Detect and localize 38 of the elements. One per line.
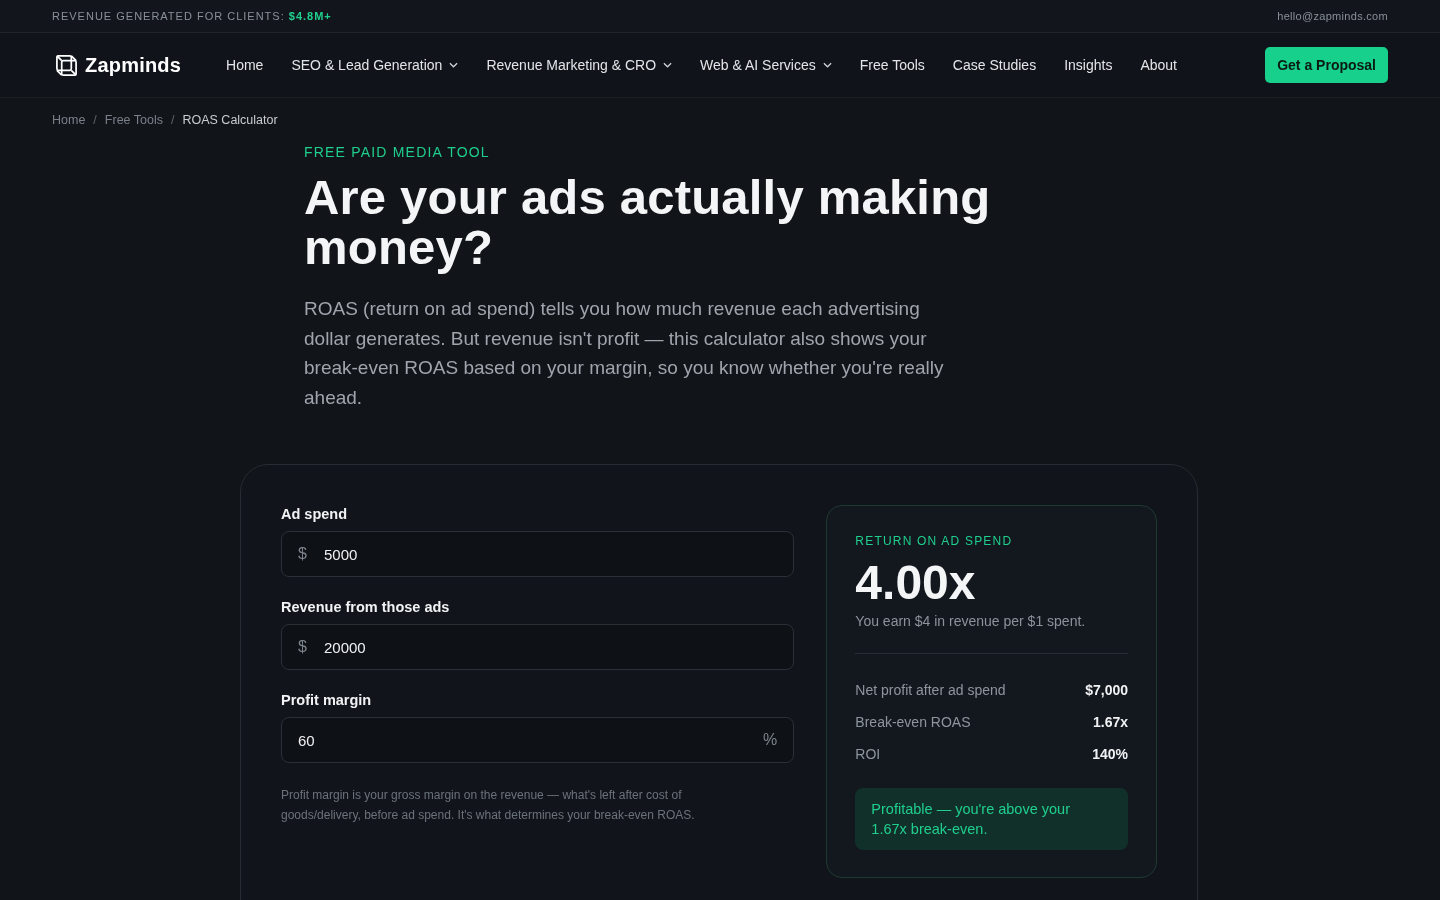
breadcrumb-separator: /	[170, 113, 175, 127]
get-proposal-button[interactable]: Get a Proposal	[1265, 47, 1388, 83]
metric-value: $7,000	[1085, 682, 1128, 698]
metric-value: 140%	[1092, 746, 1128, 762]
eyebrow-label: FREE PAID MEDIA TOOL	[304, 144, 491, 160]
nav-link[interactable]: About	[1140, 57, 1177, 73]
breadcrumb-link[interactable]: Home	[52, 113, 86, 127]
metric-label: ROI	[855, 746, 881, 762]
field-label: Ad spend	[281, 506, 349, 522]
breadcrumb-link[interactable]: Free Tools	[104, 113, 163, 127]
nav-link[interactable]: Home	[226, 57, 264, 73]
field-label: Revenue from those ads	[281, 599, 451, 615]
result-summary: You earn $4 in revenue per $1 spent.	[855, 613, 1087, 629]
percent-suffix: %	[763, 730, 778, 750]
breadcrumb-separator: /	[93, 113, 97, 127]
nav-link[interactable]: Insights	[1064, 57, 1113, 73]
revenue-stat: REVENUE GENERATED FOR CLIENTS: $4.8M+	[52, 10, 332, 22]
nav-link[interactable]: Web & AI Services	[700, 57, 832, 73]
status-message: Profitable — you're above your 1.67x break-even.	[855, 788, 1128, 850]
nav-link[interactable]: Revenue Marketing & CRO	[486, 57, 673, 73]
currency-prefix: $	[298, 637, 307, 657]
page-heading: Are your ads actually making money?	[304, 172, 992, 272]
email-link[interactable]: hello@zapminds.com	[1277, 10, 1388, 22]
result-label: RETURN ON AD SPEND	[855, 534, 1014, 548]
roas-value: 4.00x	[855, 555, 977, 611]
metric-label: Break-even ROAS	[855, 714, 971, 730]
cube-logo-icon	[55, 53, 78, 77]
metric-label: Net profit after ad spend	[855, 682, 1006, 698]
currency-prefix: $	[298, 544, 307, 564]
breadcrumb-link[interactable]: ROAS Calculator	[182, 113, 278, 127]
nav-link[interactable]: Free Tools	[859, 57, 925, 73]
help-text: Profit margin is your gross margin on the revenue — what's left after cost of goods/delivery, before ad spend. It's what determines your break-even ROAS.	[281, 787, 696, 824]
nav-link[interactable]: SEO & Lead Generation	[291, 57, 459, 73]
intro-paragraph: ROAS (return on ad spend) tells you how much revenue each advertising dollar generates. But revenue isn't profit — this calculator also shows your break-even ROAS based on your margin, so you know whether you're really ahead.	[304, 297, 945, 410]
logo[interactable]: Zapminds	[55, 53, 182, 77]
nav-link[interactable]: Case Studies	[952, 57, 1037, 73]
metric-value: 1.67x	[1092, 714, 1128, 730]
field-label: Profit margin	[281, 692, 373, 708]
